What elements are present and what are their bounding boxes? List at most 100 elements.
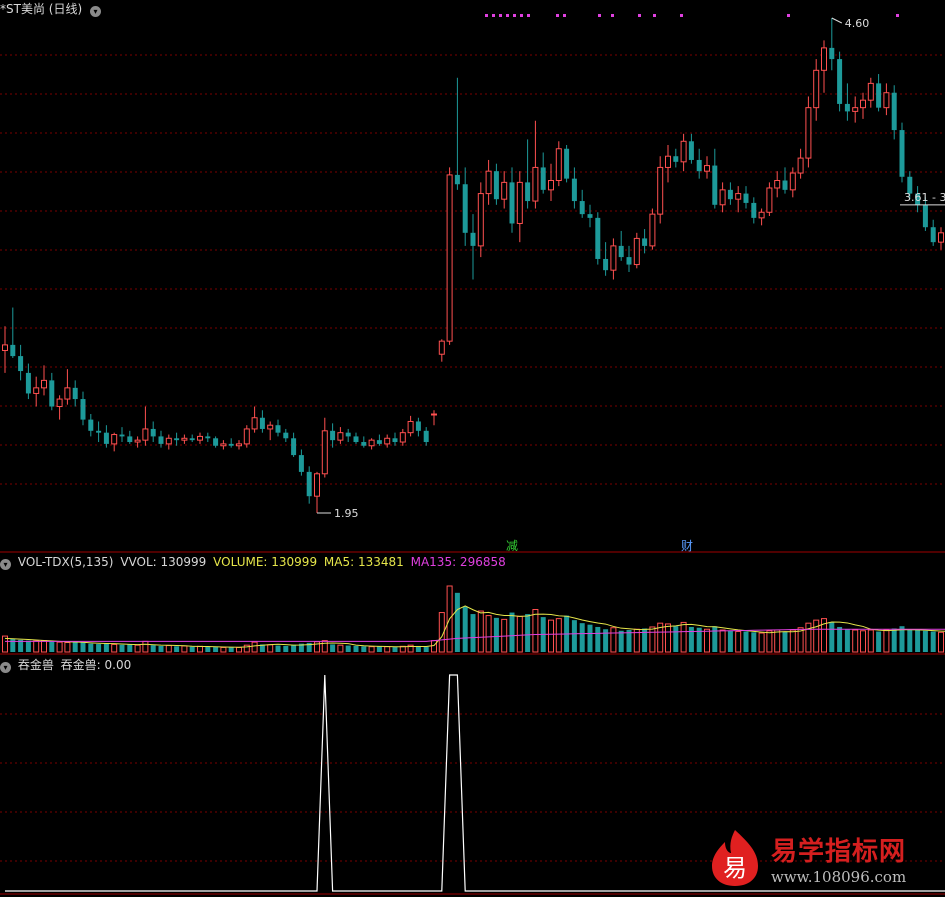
candle-body bbox=[423, 430, 429, 443]
chevron-down-icon[interactable]: ▾ bbox=[0, 559, 11, 570]
candle-body bbox=[353, 436, 359, 443]
watermark-url: www.108096.com bbox=[771, 868, 907, 886]
volume-bar bbox=[142, 640, 149, 653]
candle-body bbox=[516, 181, 523, 224]
volume-bar bbox=[571, 620, 577, 652]
signal-dot bbox=[611, 14, 614, 17]
volume-bar bbox=[751, 632, 757, 652]
candle-body bbox=[673, 156, 679, 162]
candle-body bbox=[462, 184, 468, 233]
volume-bar bbox=[454, 592, 460, 652]
vol-vvol: VVOL: 130999 bbox=[120, 555, 207, 569]
candle-body bbox=[735, 193, 742, 200]
candle-body bbox=[626, 257, 632, 265]
candle-body bbox=[368, 439, 375, 447]
volume-bar bbox=[392, 647, 398, 652]
volume-bar bbox=[860, 630, 866, 653]
chart-canvas: 4.60 1.95 3.61 - 3 bbox=[0, 14, 945, 895]
volume-bar bbox=[774, 629, 781, 653]
volume-bar bbox=[205, 646, 211, 652]
volume-bar bbox=[275, 645, 281, 652]
vol-header: ▾ VOL-TDX(5,135) VVOL: 130999 VOLUME: 13… bbox=[0, 555, 506, 570]
candle-body bbox=[150, 428, 156, 437]
candle-body bbox=[642, 238, 648, 246]
candle-body bbox=[119, 434, 125, 437]
volume-bar bbox=[158, 645, 164, 652]
volume-bar bbox=[743, 631, 749, 652]
volume-bar bbox=[127, 644, 133, 652]
chevron-down-icon[interactable]: ▾ bbox=[0, 662, 11, 673]
candle-body bbox=[579, 201, 585, 215]
signal-dot bbox=[520, 14, 523, 17]
candle-body bbox=[555, 148, 562, 182]
volume-bar bbox=[789, 629, 796, 653]
volume-bar bbox=[813, 619, 820, 653]
candle-body bbox=[376, 440, 382, 444]
volume-bar bbox=[782, 631, 788, 652]
signal-dot bbox=[638, 14, 641, 17]
candle-body bbox=[205, 436, 211, 439]
candle-body bbox=[228, 443, 234, 446]
candle-body bbox=[930, 227, 936, 243]
candle-body bbox=[782, 180, 788, 190]
volume-bar bbox=[852, 629, 859, 653]
candle-body bbox=[485, 170, 492, 195]
candle-body bbox=[158, 436, 164, 444]
volume-bar bbox=[829, 622, 835, 652]
watermark-text: 易学指标网 bbox=[771, 837, 907, 867]
signal-dot bbox=[485, 14, 488, 17]
volume-bar bbox=[735, 631, 742, 653]
candle-body bbox=[688, 141, 694, 160]
volume-bar bbox=[915, 630, 921, 652]
indicator-name: 吞金兽 bbox=[17, 658, 54, 672]
volume-bar bbox=[579, 623, 585, 652]
volume-bar bbox=[33, 640, 40, 653]
signal-dot bbox=[787, 14, 790, 17]
candle-body bbox=[49, 380, 55, 407]
candle-body bbox=[111, 434, 118, 445]
volume-bar bbox=[228, 647, 234, 652]
candle-body bbox=[251, 417, 258, 430]
volume-bar bbox=[618, 630, 624, 652]
candle-body bbox=[633, 237, 640, 266]
volume-bar bbox=[509, 612, 515, 652]
vol-ma5: MA5: 133481 bbox=[323, 555, 404, 569]
candle-body bbox=[789, 172, 796, 191]
candle-body bbox=[243, 428, 250, 445]
volume-bar bbox=[321, 640, 328, 653]
candle-body bbox=[134, 439, 141, 443]
candle-body bbox=[743, 193, 749, 203]
candle-body bbox=[821, 47, 827, 71]
volume-bar bbox=[938, 631, 944, 653]
chevron-down-icon[interactable]: ▾ bbox=[89, 6, 101, 17]
volume-bar bbox=[283, 645, 289, 652]
signal-dot bbox=[506, 14, 509, 17]
marker-jian[interactable]: 减 bbox=[506, 537, 518, 554]
candle-body bbox=[88, 419, 94, 431]
candle-body bbox=[275, 425, 281, 433]
volume-bar bbox=[610, 627, 617, 653]
candle-body bbox=[532, 166, 539, 202]
volume-bar bbox=[758, 632, 765, 653]
volume-bar bbox=[930, 631, 936, 652]
candle-body bbox=[719, 189, 726, 206]
candle-body bbox=[704, 165, 710, 172]
candle-body bbox=[306, 471, 312, 497]
volume-bar bbox=[485, 615, 492, 653]
candle-body bbox=[321, 430, 328, 475]
candle-body bbox=[392, 438, 398, 443]
candle-body bbox=[165, 437, 172, 445]
volume-bar bbox=[626, 630, 632, 652]
volume-bar bbox=[103, 643, 109, 652]
volume-bar bbox=[64, 642, 71, 653]
volume-bar bbox=[376, 646, 382, 652]
volume-bar bbox=[680, 621, 687, 653]
candle-body bbox=[103, 432, 109, 444]
volume-bar bbox=[525, 614, 531, 652]
candle-body bbox=[899, 130, 905, 177]
signal-dot bbox=[527, 14, 530, 17]
marker-cai[interactable]: 财 bbox=[681, 537, 693, 554]
candle-body bbox=[407, 420, 414, 434]
candle-body bbox=[127, 436, 133, 443]
candle-body bbox=[267, 424, 274, 430]
